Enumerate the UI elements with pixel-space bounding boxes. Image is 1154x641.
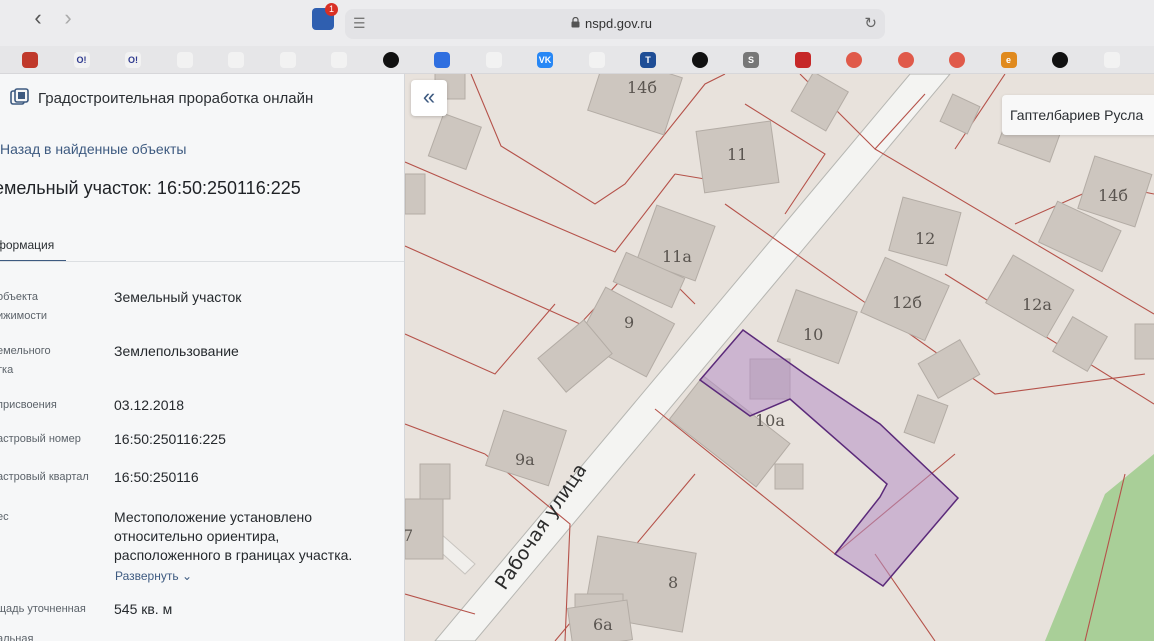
t-icon[interactable]: T (640, 52, 656, 68)
house-label: 14б (627, 78, 657, 97)
red-square-icon[interactable] (794, 52, 811, 68)
black-circle-icon[interactable] (1052, 52, 1068, 68)
bookmarks-bar: О! О! VK T Se (0, 46, 1154, 74)
info-value: 16:50:250116 (114, 469, 199, 485)
info-value: 545 кв. м (114, 601, 173, 617)
lifebuoy-icon[interactable] (949, 52, 965, 68)
lifebuoy-icon[interactable] (897, 52, 914, 68)
red-bookmark-icon[interactable] (22, 52, 38, 68)
lambda-blue-icon[interactable] (228, 52, 244, 68)
info-value: 03.12.2018 (114, 397, 185, 413)
house-label: 11 (727, 145, 747, 164)
mail-icon[interactable] (434, 52, 450, 68)
back-arrow-icon[interactable]: ‹ (26, 6, 50, 30)
info-label: объекта ижимости (0, 291, 48, 322)
house-label: 6а (593, 615, 613, 634)
info-label: присвоения (0, 399, 57, 411)
black-circle-icon[interactable] (382, 52, 399, 68)
house-label: 14б (1098, 186, 1128, 205)
user-name-chip[interactable]: Гаптелбариев Русла (1002, 95, 1154, 135)
black-circle-icon[interactable] (691, 52, 708, 68)
info-label: ес (0, 511, 9, 523)
url-text: nspd.gov.ru (585, 16, 652, 31)
arrow-icon[interactable] (485, 52, 502, 68)
address-bar[interactable]: ☰ nspd.gov.ru ↻ (345, 9, 885, 39)
reload-icon[interactable]: ↻ (864, 14, 877, 32)
e-icon[interactable]: e (1000, 52, 1017, 68)
ok-icon[interactable]: О! (73, 52, 90, 68)
collapse-panel-button[interactable]: « (411, 80, 447, 116)
house-label: 9 (624, 313, 634, 332)
extension-badge: 1 (325, 3, 338, 16)
info-label: астровый квартал (0, 471, 89, 483)
house-label: 12б (892, 293, 922, 312)
forward-arrow-icon[interactable]: › (56, 6, 80, 30)
house-label: 11а (662, 247, 692, 266)
dots-colored-icon[interactable] (331, 52, 347, 68)
chevron-down-icon: ⌄ (181, 569, 193, 583)
info-label: емельного тка (0, 345, 51, 376)
map-view[interactable]: 14б 11 11а 9 9а 7 8 6а 10 10а 12 12б 12а… (405, 74, 1154, 641)
house-label: 10 (803, 325, 823, 344)
back-to-results-link[interactable]: Назад в найденные объекты (0, 141, 186, 157)
info-panel: Градостроительная проработка онлайн Наза… (0, 74, 405, 641)
ok-green-icon[interactable]: О! (125, 52, 141, 68)
vk-icon[interactable]: VK (537, 52, 553, 68)
house-label: 9а (515, 450, 535, 469)
tab-information[interactable]: формация (0, 238, 66, 262)
info-value: Землепользование (114, 343, 239, 359)
lifebuoy-icon[interactable] (846, 52, 862, 68)
page-title: емельный участок: 16:50:250116:225 (0, 178, 301, 198)
arrow-red-icon[interactable] (1103, 52, 1120, 68)
expand-label: Развернуть (115, 569, 179, 583)
info-value: 16:50:250116:225 (114, 431, 226, 447)
info-value: Местоположение установлено относительно … (114, 509, 353, 563)
lambda-blue-icon[interactable] (176, 52, 193, 68)
house-label: 12а (1022, 295, 1052, 314)
info-label: альная (0, 633, 34, 641)
house-label: 12 (915, 229, 935, 248)
info-label: астровый номер (0, 433, 81, 445)
s-icon[interactable]: S (743, 52, 759, 68)
dots-colored-icon[interactable] (588, 52, 605, 68)
house-label: 7 (405, 526, 413, 545)
dots-colored-icon[interactable] (279, 52, 296, 68)
app-logo-icon (10, 88, 29, 105)
cadastral-map[interactable]: 14б 11 11а 9 9а 7 8 6а 10 10а 12 12б 12а… (405, 74, 1154, 641)
browser-toolbar: ‹ › 1 ☰ nspd.gov.ru ↻ (0, 0, 1154, 46)
lock-icon (571, 17, 580, 28)
tab-divider (0, 261, 404, 262)
screen: ‹ › 1 ☰ nspd.gov.ru ↻ О! О! VK T Se Градостр… (0, 0, 1154, 641)
reader-icon[interactable]: ☰ (353, 15, 366, 32)
expand-link[interactable]: Развернуть ⌄ (115, 569, 192, 583)
house-label: 8 (668, 573, 678, 592)
info-value: Земельный участок (114, 289, 242, 305)
info-label: щадь уточненная (0, 603, 86, 615)
house-label: 10а (755, 411, 785, 430)
app-title: Градостроительная проработка онлайн (38, 90, 314, 107)
